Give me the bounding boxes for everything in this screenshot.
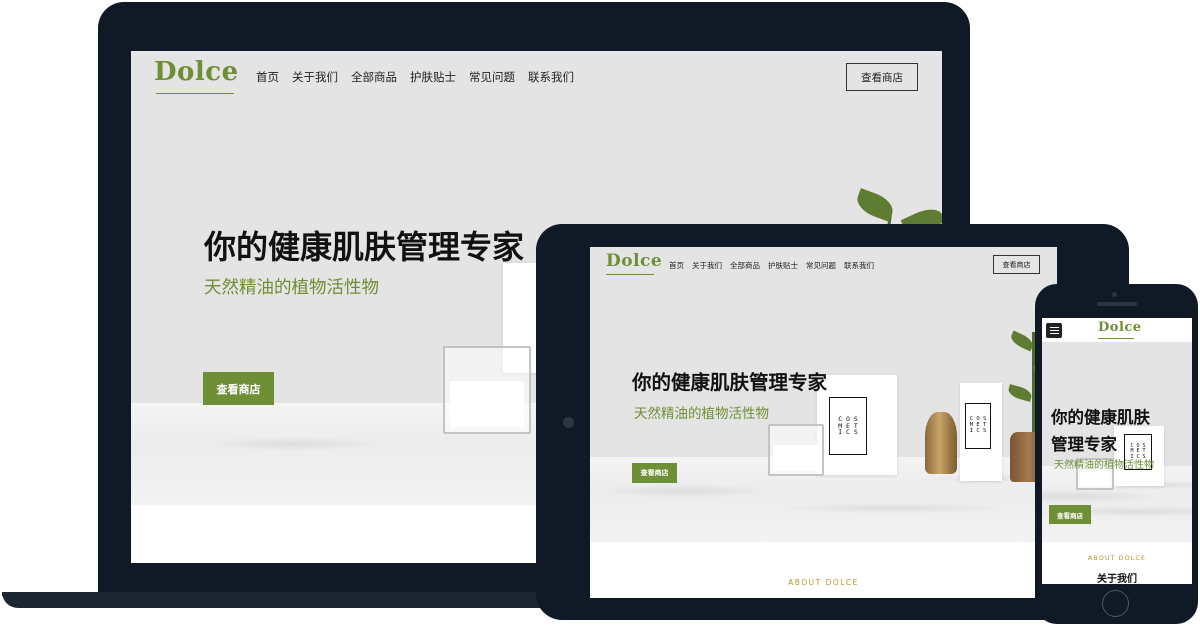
- about-tag: ABOUT DOLCE: [1087, 554, 1147, 562]
- product-jar: [768, 424, 824, 476]
- tablet-site: C O S M E T I C S C O S M E T I C S Dolc…: [590, 247, 1057, 598]
- hamburger-menu-icon: [1049, 329, 1059, 332]
- main-nav: 首页 关于我们 全部商品 护肤贴士 常见问题 联系我们: [669, 260, 874, 271]
- hero-subline: 天然精油的植物活性物: [634, 406, 769, 422]
- nav-item-contact[interactable]: 联系我们: [528, 69, 574, 85]
- hero-headline-line1: 你的健康肌肤: [1051, 408, 1150, 427]
- phone-sensor: [1112, 292, 1117, 297]
- nav-item-home[interactable]: 首页: [256, 69, 279, 85]
- hero-headline-line2: 管理专家: [1051, 435, 1117, 454]
- hero-headline: 你的健康肌肤管理专家: [632, 371, 828, 394]
- logo-underline: [156, 93, 234, 94]
- view-shop-button[interactable]: 查看商店: [993, 255, 1040, 274]
- product-box-tall: C O S M E T I C S: [960, 383, 1002, 481]
- phone-screen: C O S M E T I C S Dolce 你的健康肌肤 管理专家 天然精油…: [1042, 318, 1192, 584]
- diffuser-bell: [925, 412, 957, 474]
- product-box-label: C O S M E T I C S: [965, 403, 991, 449]
- product-box: C O S M E T I C S: [817, 375, 897, 475]
- box-label-line: I C S: [838, 428, 858, 437]
- about-title: 关于我们: [1097, 574, 1137, 584]
- nav-item-about[interactable]: 关于我们: [692, 260, 722, 271]
- logo[interactable]: Dolce: [1098, 320, 1142, 335]
- nav-item-products[interactable]: 全部商品: [730, 260, 760, 271]
- hero-cta-button[interactable]: 查看商店: [632, 463, 677, 483]
- product-box-label: C O S M E T I C S: [829, 397, 867, 455]
- hero-cta-button[interactable]: 查看商店: [1049, 505, 1091, 524]
- phone-speaker: [1097, 302, 1137, 306]
- hero-subline: 天然精油的植物活性物: [204, 278, 379, 298]
- hero-cta-button[interactable]: 查看商店: [203, 372, 274, 405]
- hero-headline: 你的健康肌肤管理专家: [204, 228, 525, 266]
- phone-home-button: [1102, 590, 1129, 617]
- about-tag: ABOUT DOLCE: [788, 578, 859, 587]
- hero-subline: 天然精油的植物活性物: [1054, 460, 1154, 471]
- nav-item-tips[interactable]: 护肤贴士: [768, 260, 798, 271]
- nav-item-about[interactable]: 关于我们: [292, 69, 338, 85]
- nav-item-faq[interactable]: 常见问题: [469, 69, 515, 85]
- nav-item-home[interactable]: 首页: [669, 260, 684, 271]
- view-shop-button[interactable]: 查看商店: [846, 63, 918, 91]
- logo-underline: [1098, 338, 1134, 339]
- logo-underline: [606, 274, 654, 275]
- main-nav: 首页 关于我们 全部商品 护肤贴士 常见问题 联系我们: [256, 69, 574, 85]
- logo[interactable]: Dolce: [154, 57, 239, 87]
- nav-item-tips[interactable]: 护肤贴士: [410, 69, 456, 85]
- tablet-screen: C O S M E T I C S C O S M E T I C S Dolc…: [590, 247, 1057, 598]
- tablet-camera: [563, 417, 574, 428]
- logo[interactable]: Dolce: [606, 251, 662, 271]
- nav-item-products[interactable]: 全部商品: [351, 69, 397, 85]
- menu-button[interactable]: [1046, 323, 1062, 338]
- nav-item-contact[interactable]: 联系我们: [844, 260, 874, 271]
- box-label-line: I C S: [969, 427, 987, 434]
- product-jar: [443, 346, 531, 434]
- nav-item-faq[interactable]: 常见问题: [806, 260, 836, 271]
- phone-site: C O S M E T I C S Dolce 你的健康肌肤 管理专家 天然精油…: [1042, 318, 1192, 584]
